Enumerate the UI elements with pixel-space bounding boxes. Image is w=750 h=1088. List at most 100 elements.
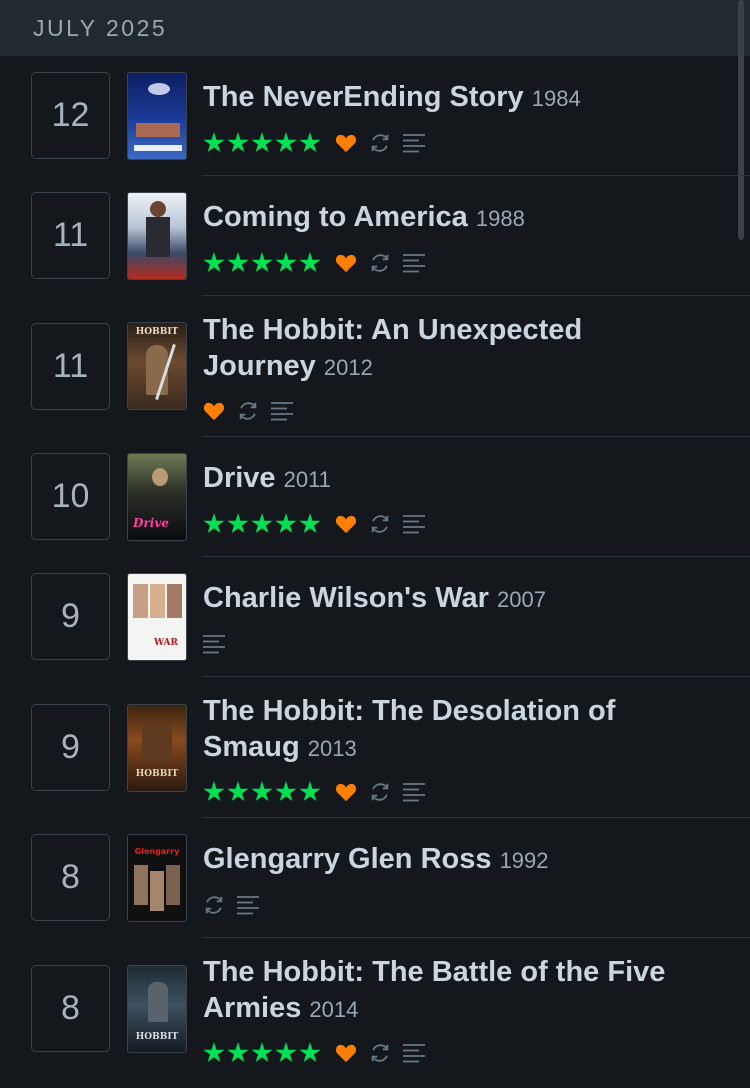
film-title[interactable]: Coming to America 1988 [203,199,723,237]
star-icon [227,781,249,802]
star-icon [203,1042,225,1063]
star-icon [299,132,321,153]
heart-icon [203,402,225,421]
star-rating [203,252,323,274]
poster-glengarry-glen-ross[interactable]: Glengarry [127,834,187,922]
review-icon [403,1044,425,1063]
rewatch-icon [371,254,389,272]
heart-icon [335,1044,357,1063]
star-icon [275,1042,297,1063]
film-title[interactable]: Glengarry Glen Ross 1992 [203,841,723,879]
month-label: JULY 2025 [33,15,168,41]
star-icon [251,132,273,153]
day-number[interactable]: 11 [31,192,110,279]
entry-meta [203,631,237,657]
film-title[interactable]: The Hobbit: The Battle of the Five Armies… [203,954,723,1028]
film-title[interactable]: Drive 2011 [203,460,723,498]
star-icon [299,781,321,802]
row-divider [203,175,750,176]
review-icon [237,896,259,915]
review-icon [203,635,225,654]
star-rating [203,1042,323,1064]
star-icon [251,1042,273,1063]
heart-icon [335,134,357,153]
star-rating [203,513,323,535]
rewatch-icon [371,134,389,152]
row-divider [203,295,750,296]
heart-icon [335,254,357,273]
film-year[interactable]: 1992 [500,848,549,873]
entry-meta [203,398,305,424]
star-icon [251,252,273,273]
day-number[interactable]: 9 [31,573,110,660]
rewatch-icon [239,402,257,420]
star-icon [251,513,273,534]
review-icon [271,402,293,421]
star-icon [275,781,297,802]
heart-icon [335,515,357,534]
film-year[interactable]: 2014 [309,997,358,1022]
day-number[interactable]: 10 [31,453,110,540]
film-title[interactable]: Charlie Wilson's War 2007 [203,580,723,618]
film-title[interactable]: The NeverEnding Story 1984 [203,79,723,117]
star-icon [299,1042,321,1063]
month-header: JULY 2025 [0,0,750,56]
star-icon [299,252,321,273]
entry-meta [203,130,437,156]
day-number[interactable]: 8 [31,834,110,921]
star-icon [227,252,249,273]
star-icon [203,132,225,153]
star-icon [227,132,249,153]
star-icon [227,1042,249,1063]
entry-meta [203,779,437,805]
scrollbar[interactable] [738,0,744,240]
poster-the-hobbit-battle-of-the-five-armies[interactable]: HOBBIT [127,965,187,1053]
film-year[interactable]: 2007 [497,587,546,612]
row-divider [203,937,750,938]
film-title[interactable]: The Hobbit: An Unexpected Journey 2012 [203,312,723,386]
star-icon [275,132,297,153]
rewatch-icon [205,896,223,914]
heart-icon [335,783,357,802]
day-number[interactable]: 12 [31,72,110,159]
poster-coming-to-america[interactable] [127,192,187,280]
star-rating [203,132,323,154]
review-icon [403,783,425,802]
star-icon [203,781,225,802]
entry-meta [203,511,437,537]
poster-drive[interactable]: Drive [127,453,187,541]
row-divider [203,676,750,677]
film-year[interactable]: 2012 [324,355,373,380]
star-rating [203,781,323,803]
day-number[interactable]: 11 [31,323,110,410]
rewatch-icon [371,783,389,801]
film-year[interactable]: 2011 [284,467,331,492]
film-year[interactable]: 1984 [532,86,581,111]
poster-the-neverending-story[interactable] [127,72,187,160]
review-icon [403,134,425,153]
entry-meta [203,250,437,276]
row-divider [203,817,750,818]
star-icon [227,513,249,534]
star-icon [251,781,273,802]
star-icon [299,513,321,534]
poster-charlie-wilsons-war[interactable]: WAR [127,573,187,661]
day-number[interactable]: 8 [31,965,110,1052]
review-icon [403,515,425,534]
star-icon [203,252,225,273]
row-divider [203,556,750,557]
star-icon [203,513,225,534]
film-title[interactable]: The Hobbit: The Desolation of Smaug 2013 [203,693,723,767]
star-icon [275,513,297,534]
rewatch-icon [371,515,389,533]
film-year[interactable]: 1988 [476,206,525,231]
rewatch-icon [371,1044,389,1062]
star-icon [275,252,297,273]
row-divider [203,436,750,437]
poster-the-hobbit-unexpected-journey[interactable]: HOBBIT [127,322,187,410]
entry-meta [203,892,271,918]
day-number[interactable]: 9 [31,704,110,791]
poster-the-hobbit-desolation-of-smaug[interactable]: HOBBIT [127,704,187,792]
film-year[interactable]: 2013 [308,736,357,761]
review-icon [403,254,425,273]
